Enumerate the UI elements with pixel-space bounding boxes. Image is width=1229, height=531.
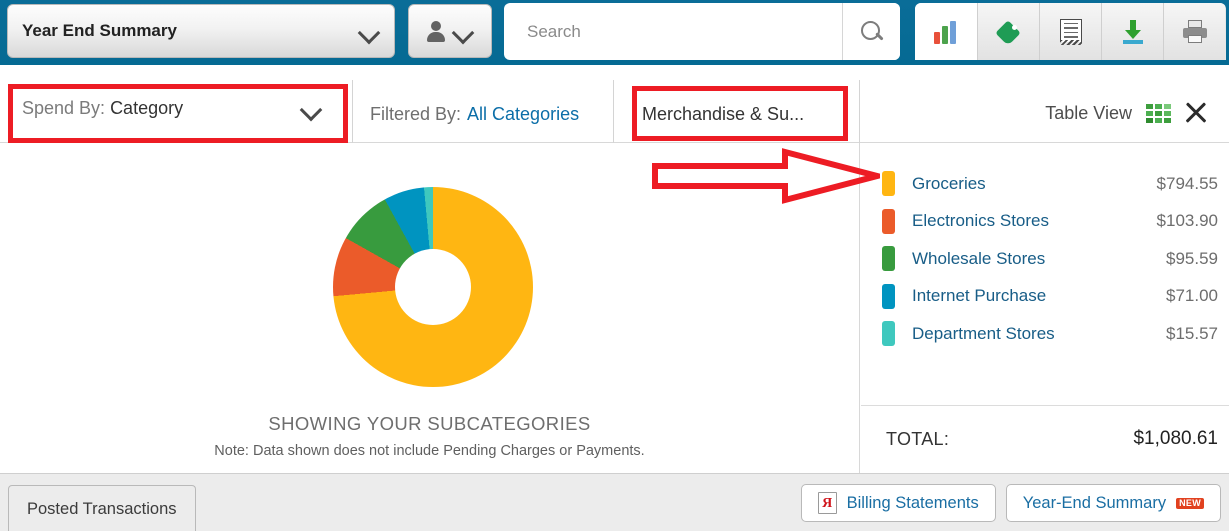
new-badge: NEW bbox=[1176, 497, 1204, 509]
chevron-down-icon bbox=[452, 20, 474, 42]
pdf-icon: Я bbox=[817, 492, 837, 514]
total-row: TOTAL: $1,080.61 bbox=[860, 405, 1229, 473]
year-end-summary-button[interactable]: Year-End Summary NEW bbox=[1005, 484, 1221, 522]
legend-row[interactable]: Internet Purchase $71.00 bbox=[860, 278, 1229, 316]
legend-amount: $794.55 bbox=[1156, 173, 1218, 193]
filtered-by[interactable]: Filtered By: All Categories bbox=[370, 104, 579, 125]
legend-row[interactable]: Department Stores $15.57 bbox=[860, 315, 1229, 353]
merchandise-tab[interactable]: Merchandise & Su... bbox=[642, 104, 804, 125]
print-button[interactable] bbox=[1163, 3, 1225, 60]
main-content: SHOWING YOUR SUBCATEGORIES Note: Data sh… bbox=[0, 143, 1229, 473]
spend-by-dropdown[interactable]: Spend By: Category bbox=[22, 91, 322, 125]
search-icon bbox=[860, 20, 884, 44]
filtered-by-label: Filtered By: bbox=[370, 104, 462, 124]
legend-color-swatch bbox=[882, 171, 895, 197]
divider bbox=[352, 80, 353, 143]
legend-color-swatch bbox=[882, 246, 895, 272]
legend-category-label[interactable]: Wholesale Stores bbox=[912, 249, 1045, 269]
legend-category-label[interactable]: Internet Purchase bbox=[912, 286, 1046, 306]
statements-button[interactable] bbox=[1039, 3, 1101, 60]
user-menu-button[interactable] bbox=[408, 4, 492, 58]
account-selector-label: Year End Summary bbox=[22, 21, 177, 40]
tag-icon bbox=[996, 20, 1022, 44]
download-button[interactable] bbox=[1101, 3, 1163, 60]
legend-pane: Groceries $794.55 Electronics Stores $103.9… bbox=[859, 143, 1229, 473]
close-icon[interactable] bbox=[1183, 100, 1209, 126]
offers-button[interactable] bbox=[977, 3, 1039, 60]
app-header: Year End Summary bbox=[0, 0, 1229, 65]
legend-category-label[interactable]: Electronics Stores bbox=[912, 211, 1049, 231]
filtered-by-link[interactable]: All Categories bbox=[467, 104, 579, 125]
divider bbox=[613, 80, 614, 143]
chart-title: SHOWING YOUR SUBCATEGORIES bbox=[268, 413, 591, 434]
billing-statements-button[interactable]: Я Billing Statements bbox=[800, 484, 996, 522]
legend-amount: $103.90 bbox=[1156, 211, 1218, 231]
toolbar bbox=[915, 3, 1226, 60]
receipt-icon bbox=[1059, 18, 1082, 45]
legend-list: Groceries $794.55 Electronics Stores $103.9… bbox=[860, 165, 1229, 353]
legend-category-label[interactable]: Department Stores bbox=[912, 324, 1055, 344]
legend-color-swatch bbox=[882, 283, 895, 309]
tab-posted-transactions[interactable]: Posted Transactions bbox=[8, 485, 196, 531]
chevron-down-icon bbox=[300, 97, 322, 119]
donut-hole bbox=[395, 249, 471, 325]
total-label: TOTAL: bbox=[886, 428, 950, 449]
bar-chart-icon bbox=[933, 20, 959, 44]
chart-caption: SHOWING YOUR SUBCATEGORIES Note: Data sh… bbox=[0, 413, 859, 459]
chevron-down-icon bbox=[358, 20, 380, 42]
footer-buttons: Я Billing Statements Year-End Summary NE… bbox=[800, 484, 1221, 522]
table-view-toggle[interactable]: Table View bbox=[1045, 103, 1171, 124]
spend-analysis-page: Year End Summary Search Spend By: Catego… bbox=[0, 0, 1229, 531]
legend-category-label[interactable]: Groceries bbox=[912, 174, 986, 194]
spend-analysis-button[interactable] bbox=[915, 3, 977, 60]
printer-icon bbox=[1182, 19, 1208, 44]
chart-area: SHOWING YOUR SUBCATEGORIES Note: Data sh… bbox=[0, 143, 859, 473]
person-icon bbox=[426, 20, 446, 42]
total-value: $1,080.61 bbox=[1133, 428, 1218, 449]
year-end-summary-label: Year-End Summary bbox=[1022, 493, 1167, 512]
grid-icon bbox=[1146, 104, 1171, 123]
legend-color-swatch bbox=[882, 208, 895, 234]
footer: Posted Transactions Я Billing Statements… bbox=[0, 473, 1229, 531]
search-input[interactable] bbox=[504, 3, 842, 60]
divider bbox=[859, 80, 860, 143]
search-container bbox=[504, 3, 900, 60]
tab-posted-transactions-label: Posted Transactions bbox=[27, 499, 177, 518]
chart-note: Note: Data shown does not include Pendin… bbox=[214, 443, 645, 459]
table-view-label: Table View bbox=[1045, 103, 1132, 123]
legend-color-swatch bbox=[882, 321, 895, 347]
donut-chart[interactable] bbox=[333, 187, 533, 387]
spend-by-label: Spend By: bbox=[22, 97, 106, 118]
search-button[interactable] bbox=[842, 3, 900, 60]
spend-by-value: Category bbox=[110, 97, 184, 118]
account-selector[interactable]: Year End Summary bbox=[7, 4, 395, 58]
download-icon bbox=[1120, 19, 1146, 45]
legend-amount: $71.00 bbox=[1166, 286, 1218, 306]
legend-amount: $95.59 bbox=[1166, 248, 1218, 268]
legend-row[interactable]: Groceries $794.55 bbox=[860, 165, 1229, 203]
legend-row[interactable]: Electronics Stores $103.90 bbox=[860, 203, 1229, 241]
legend-amount: $15.57 bbox=[1166, 323, 1218, 343]
billing-statements-label: Billing Statements bbox=[846, 493, 979, 512]
legend-row[interactable]: Wholesale Stores $95.59 bbox=[860, 240, 1229, 278]
